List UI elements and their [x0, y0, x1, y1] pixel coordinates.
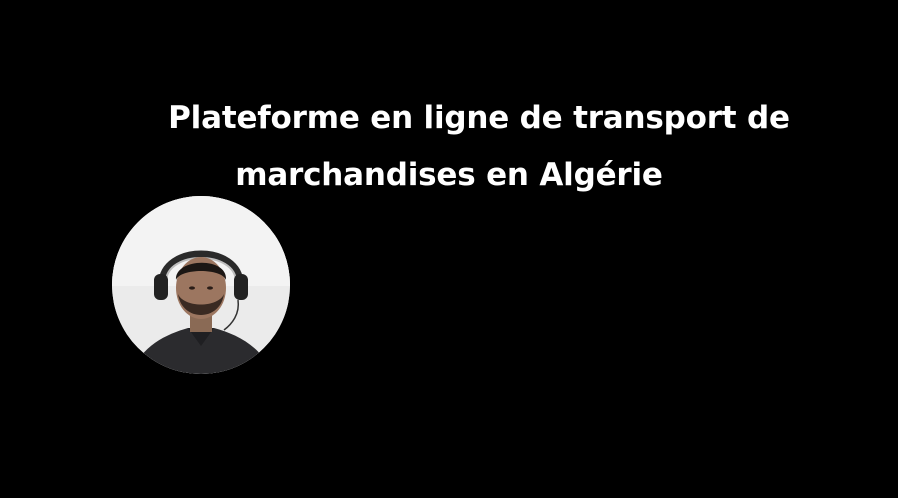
presenter-avatar-icon [112, 196, 290, 374]
slide-title-line-1: Plateforme en ligne de transport de [168, 100, 790, 136]
presentation-slide: Plateforme en ligne de transport de marc… [0, 0, 898, 498]
presenter-webcam-bubble[interactable] [112, 196, 290, 374]
slide-title-line-2: marchandises en Algérie [235, 157, 663, 193]
